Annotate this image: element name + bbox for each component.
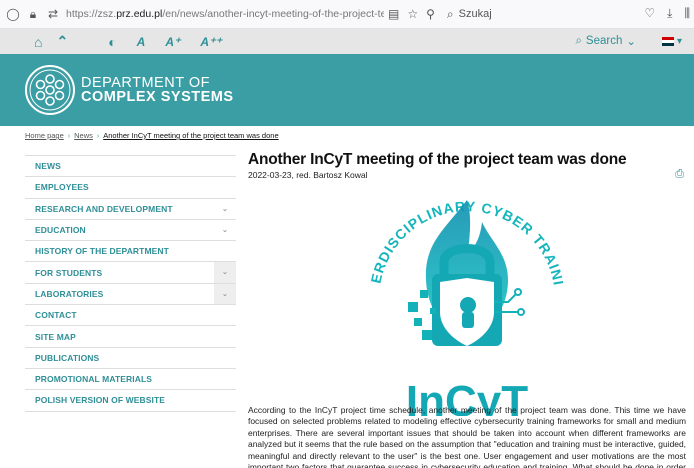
breadcrumb-home[interactable]: Home page xyxy=(25,131,64,140)
search-icon: ⌕ xyxy=(575,34,582,47)
chevron-down-icon: ⌄ xyxy=(626,36,636,48)
sidebar-item-for-students[interactable]: FOR STUDENTS ⌄ xyxy=(25,262,236,284)
expand-button[interactable]: ⌄ xyxy=(214,262,236,283)
breadcrumb-separator-icon: › xyxy=(67,133,71,140)
uk-flag-icon xyxy=(661,37,674,46)
contrast-icon[interactable]: ◐ xyxy=(108,34,116,50)
accessibility-toolbar: ⌂ ⌃ ◐ A A⁺ A⁺⁺ ⌕ Search ⌄ ▾ xyxy=(0,29,694,54)
sidebar-item-site-map[interactable]: SITE MAP xyxy=(25,326,236,348)
department-name[interactable]: DEPARTMENT OF COMPLEX SYSTEMS xyxy=(81,76,234,105)
breadcrumb-current[interactable]: Another InCyT meeting of the project tea… xyxy=(103,131,278,140)
print-icon[interactable]: ⎙ xyxy=(675,168,684,181)
site-header: DEPARTMENT OF COMPLEX SYSTEMS xyxy=(0,54,694,126)
browser-bar: ◯ 🔒︎ ⇄ https://zsz.prz.edu.pl/en/news/an… xyxy=(0,0,694,29)
breadcrumb: Home page › News › Another InCyT meeting of … xyxy=(25,131,279,140)
sidebar-item-contact[interactable]: CONTACT xyxy=(25,305,236,327)
sidebar-item-label: EDUCATION xyxy=(35,225,86,236)
sidebar-item-promotional-materials[interactable]: PROMOTIONAL MATERIALS xyxy=(25,368,236,391)
page-title: Another InCyT meeting of the project tea… xyxy=(248,151,627,168)
shield-icon[interactable]: ◯ xyxy=(6,7,20,21)
sidebar-item-label: FOR STUDENTS xyxy=(35,267,103,278)
sidebar-item-education[interactable]: EDUCATION ⌄ xyxy=(25,219,236,242)
browser-search-field[interactable]: ⌕ Szukaj xyxy=(447,4,647,24)
article: Another InCyT meeting of the project tea… xyxy=(248,151,686,468)
chevron-down-icon: ⌄ xyxy=(222,290,228,298)
sidebar-nav: NEWS EMPLOYEES RESEARCH AND DEVELOPMENT … xyxy=(25,155,236,412)
reader-view-icon[interactable]: ▤ xyxy=(388,7,399,21)
sidebar-item-news[interactable]: NEWS xyxy=(25,156,236,178)
sidebar-item-employees[interactable]: EMPLOYEES xyxy=(25,177,236,199)
article-meta: 2022-03-23, red. Bartosz Kowal xyxy=(248,170,368,180)
home-icon[interactable]: ⌂ xyxy=(34,34,42,50)
download-icon[interactable]: ⤓ xyxy=(667,6,672,21)
sidebar-item-label: RESEARCH AND DEVELOPMENT xyxy=(35,203,173,214)
font-size-normal-button[interactable]: A xyxy=(137,35,146,49)
bookmark-star-icon[interactable]: ☆ xyxy=(407,7,418,21)
site-search-button[interactable]: ⌕ Search ⌄ xyxy=(575,34,636,49)
library-icon[interactable]: ⫼ xyxy=(684,6,690,21)
search-icon: ⌕ xyxy=(446,6,454,21)
font-size-xlarge-button[interactable]: A⁺⁺ xyxy=(200,35,221,49)
department-logo[interactable] xyxy=(24,64,76,116)
address-bar[interactable]: https://zsz.prz.edu.pl/en/news/another-i… xyxy=(66,8,384,20)
chevron-up-icon[interactable]: ⌃ xyxy=(56,33,68,50)
sidebar-item-polish-version[interactable]: POLISH VERSION OF WEBSITE xyxy=(25,390,236,412)
language-selector[interactable]: ▾ xyxy=(661,36,682,47)
sidebar-item-history[interactable]: HISTORY OF THE DEPARTMENT xyxy=(25,241,236,263)
chevron-down-icon: ⌄ xyxy=(222,269,228,277)
chevron-down-icon: ▾ xyxy=(676,36,682,47)
chevron-down-icon[interactable]: ⌄ xyxy=(222,205,228,213)
permissions-icon[interactable]: ⇄ xyxy=(46,7,60,21)
incyt-logo-image: INTERDISCIPLINARY CYBER TRAINING InCyT xyxy=(358,182,566,416)
breadcrumb-news[interactable]: News xyxy=(74,131,93,140)
sidebar-item-publications[interactable]: PUBLICATIONS xyxy=(25,347,236,369)
expand-button[interactable]: ⌄ xyxy=(214,283,236,305)
breadcrumb-separator-icon: › xyxy=(96,133,100,140)
sidebar-item-research[interactable]: RESEARCH AND DEVELOPMENT ⌄ xyxy=(25,198,236,220)
extension-icon[interactable]: ⚲ xyxy=(426,7,435,21)
sidebar-item-laboratories[interactable]: LABORATORIES ⌄ xyxy=(25,283,236,306)
chevron-down-icon[interactable]: ⌄ xyxy=(222,226,228,234)
article-body: According to the InCyT project time sche… xyxy=(248,405,686,468)
sidebar-item-label: LABORATORIES xyxy=(35,288,104,299)
pocket-icon[interactable]: ♡ xyxy=(644,6,655,21)
font-size-large-button[interactable]: A⁺ xyxy=(165,35,180,49)
lock-icon[interactable]: 🔒︎ xyxy=(26,7,40,22)
